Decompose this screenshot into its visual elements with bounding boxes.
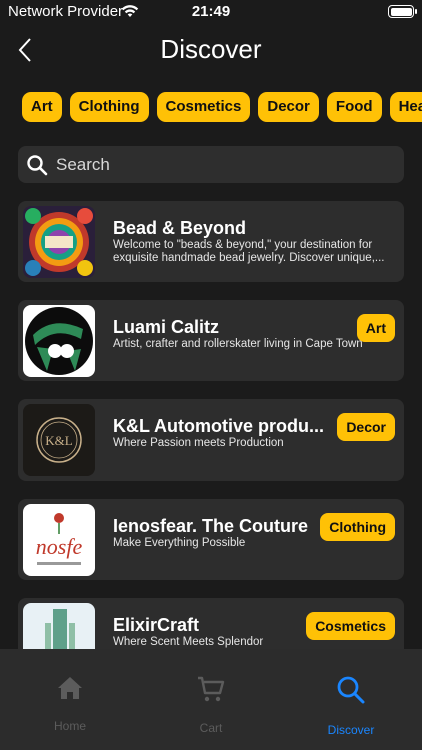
category-chip-clothing[interactable]: Clothing xyxy=(69,92,149,122)
store-list: Bead & Beyond Welcome to "beads & beyond… xyxy=(18,201,404,649)
kl-logo-text: K&L xyxy=(45,433,73,448)
status-bar: Network Provider 21:49 xyxy=(0,0,422,24)
category-chip-art[interactable]: Art xyxy=(22,92,62,122)
search-input[interactable] xyxy=(56,154,376,175)
store-card-ienosfear[interactable]: nosfe Ienosfear. The Couture Make Everyt… xyxy=(18,499,404,580)
tab-label: Cart xyxy=(199,721,223,735)
cart-icon xyxy=(198,676,225,702)
category-chip-food[interactable]: Food xyxy=(326,92,382,122)
tab-discover[interactable]: Discover xyxy=(291,675,411,737)
store-name: Ienosfear. The Couture xyxy=(113,516,309,536)
store-name: Bead & Beyond xyxy=(113,218,247,238)
store-card-luami-calitz[interactable]: Luami Calitz Artist, crafter and rollers… xyxy=(18,300,404,381)
store-logo-kl-automotive: K&L xyxy=(23,404,95,476)
store-card-bead-beyond[interactable]: Bead & Beyond Welcome to "beads & beyond… xyxy=(18,201,404,282)
store-logo-elixircraft xyxy=(23,603,95,649)
store-card-elixircraft[interactable]: ElixirCraft Where Scent Meets Splendor C… xyxy=(18,598,404,649)
store-description: Welcome to "beads & beyond," your destin… xyxy=(113,239,385,264)
tab-label: Home xyxy=(53,719,86,733)
search-bar[interactable] xyxy=(18,146,404,183)
category-badge[interactable]: Cosmetics xyxy=(306,612,395,640)
category-badge[interactable]: Art xyxy=(356,314,395,342)
nav-header: Discover xyxy=(0,28,422,72)
store-description: Artist, crafter and rollerskater living … xyxy=(113,338,363,350)
store-name: ElixirCraft xyxy=(113,615,200,635)
category-badge[interactable]: Decor xyxy=(337,413,395,441)
discover-search-icon xyxy=(337,676,365,704)
category-chip-cosmetics[interactable]: Cosmetics xyxy=(156,92,251,122)
tab-bar: Home Cart Discover xyxy=(0,649,422,750)
category-badge[interactable]: Clothing xyxy=(320,513,395,541)
category-chip-decor[interactable]: Decor xyxy=(258,92,319,122)
store-name: Luami Calitz xyxy=(113,317,220,337)
tab-cart[interactable]: Cart xyxy=(151,675,271,735)
category-chip-health[interactable]: Hea xyxy=(389,92,422,122)
page-title: Discover xyxy=(160,34,262,64)
home-icon xyxy=(58,677,82,699)
status-time: 21:49 xyxy=(191,3,231,20)
tab-home[interactable]: Home xyxy=(10,675,130,733)
store-card-kl-automotive[interactable]: K&L K&L Automotive produ... Where Passio… xyxy=(18,399,404,481)
tab-label: Discover xyxy=(327,723,375,737)
battery-icon xyxy=(388,5,417,18)
category-chips: Art Clothing Cosmetics Decor Food Hea xyxy=(22,92,422,122)
store-name: K&L Automotive produ... xyxy=(113,416,324,436)
search-icon xyxy=(27,154,48,175)
store-logo-bead-beyond xyxy=(23,206,95,278)
store-logo-luami-calitz xyxy=(23,305,95,377)
store-logo-ienosfear: nosfe xyxy=(23,504,95,576)
nosfe-logo-text: nosfe xyxy=(36,534,83,559)
